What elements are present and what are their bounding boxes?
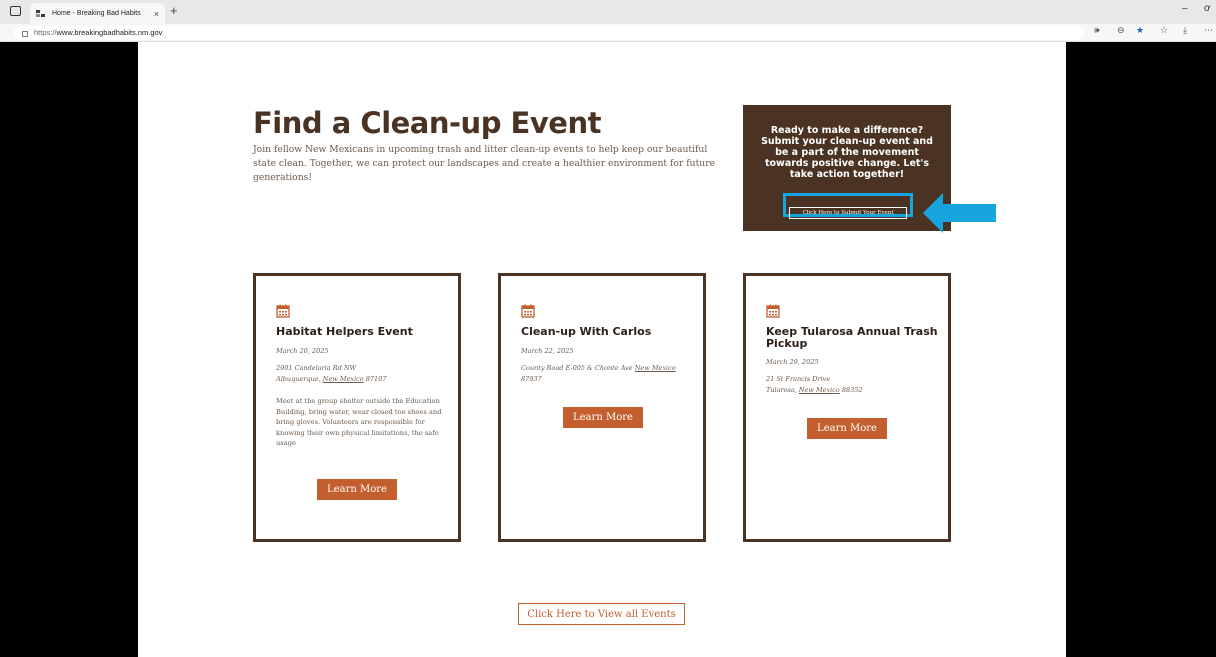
- calendar-icon: [276, 304, 290, 318]
- address-bar[interactable]: https://www.breakingbadhabits.nm.gov: [14, 26, 1084, 40]
- event-date: March 29, 2025: [766, 358, 819, 366]
- address-zip: 88352: [839, 386, 863, 394]
- address-line: 2901 Candelaria Rd NW: [276, 364, 357, 372]
- event-title: Keep Tularosa Annual Trash Pickup: [766, 325, 938, 350]
- download-icon[interactable]: ⤓: [1183, 26, 1187, 36]
- state-link[interactable]: New Mexico: [799, 386, 840, 394]
- tab-title: Home - Breaking Bad Habits: [52, 10, 141, 17]
- read-aloud-icon[interactable]: 🕪: [1094, 26, 1100, 36]
- url-host: www.breakingbadhabits.nm.gov: [56, 28, 163, 37]
- event-title: Habitat Helpers Event: [276, 325, 413, 338]
- more-icon[interactable]: ⋯: [1204, 26, 1213, 36]
- address-line: 21 St Francis Drive: [766, 375, 831, 383]
- event-address: 21 St Francis Drive Tularosa, New Mexico…: [766, 374, 941, 396]
- browser-tab[interactable]: Home - Breaking Bad Habits ×: [30, 3, 165, 24]
- event-address: 2901 Candelaria Rd NW Albuquerque, New M…: [276, 363, 451, 385]
- tracking-icon[interactable]: ⊖: [1117, 26, 1125, 36]
- event-title: Clean-up With Carlos: [521, 325, 652, 338]
- pointer-arrow-icon: [923, 193, 996, 233]
- site-favicon-icon: [36, 9, 46, 18]
- state-link[interactable]: New Mexico: [635, 364, 676, 372]
- event-card: Keep Tularosa Annual Trash Pickup March …: [743, 273, 951, 542]
- learn-more-button[interactable]: Learn More: [563, 407, 643, 428]
- intro-text: Join fellow New Mexicans in upcoming tra…: [253, 144, 716, 183]
- address-zip: 87937: [521, 375, 542, 383]
- event-description: Meet at the group shelter outside the Ed…: [276, 397, 442, 447]
- submit-event-panel: Ready to make a difference? Submit your …: [743, 105, 951, 231]
- browser-tab-bar: Home - Breaking Bad Habits × + – ơ: [0, 0, 1216, 24]
- event-address: County Road E-005 & Chonte Ave New Mexic…: [521, 363, 696, 385]
- address-city: Albuquerque,: [276, 375, 323, 383]
- url-scheme: https://: [34, 28, 57, 37]
- address-zip: 87107: [363, 375, 387, 383]
- cta-text: Ready to make a difference? Submit your …: [761, 125, 933, 180]
- event-date: March 22, 2025: [521, 347, 574, 355]
- address-line: County Road E-005 & Chonte Ave: [521, 364, 635, 372]
- event-date: March 20, 2025: [276, 347, 329, 355]
- favorites-icon[interactable]: ☆: [1160, 26, 1168, 36]
- calendar-icon: [766, 304, 780, 318]
- calendar-icon: [521, 304, 535, 318]
- learn-more-button[interactable]: Learn More: [807, 418, 887, 439]
- tab-close-icon[interactable]: ×: [154, 9, 159, 19]
- address-city: Tularosa,: [766, 386, 799, 394]
- new-tab-icon[interactable]: +: [170, 3, 178, 18]
- page-title: Find a Clean-up Event: [253, 106, 601, 140]
- learn-more-button[interactable]: Learn More: [317, 479, 397, 500]
- submit-event-button[interactable]: Click Here to Submit Your Event: [789, 207, 907, 219]
- page-content: Find a Clean-up Event Join fellow New Me…: [138, 42, 1066, 657]
- tab-actions-icon[interactable]: [10, 6, 21, 16]
- favorite-star-icon[interactable]: ★: [1136, 26, 1144, 36]
- view-all-events-button[interactable]: Click Here to View all Events: [518, 603, 685, 625]
- cta-highlight-box: Click Here to Submit Your Event: [783, 193, 913, 219]
- minimize-icon[interactable]: –: [1182, 3, 1188, 14]
- event-card: Clean-up With Carlos March 22, 2025 Coun…: [498, 273, 706, 542]
- restore-icon[interactable]: ơ: [1204, 3, 1211, 14]
- address-bar-row: https://www.breakingbadhabits.nm.gov: [0, 24, 1216, 42]
- lock-icon: [22, 31, 28, 37]
- event-card: Habitat Helpers Event March 20, 2025 290…: [253, 273, 461, 542]
- state-link[interactable]: New Mexico: [323, 375, 364, 383]
